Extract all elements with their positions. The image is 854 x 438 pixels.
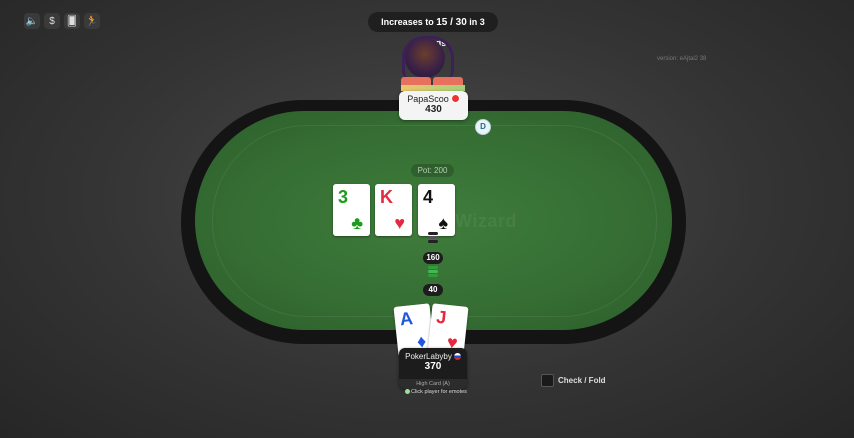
spade-icon: ♠ bbox=[438, 213, 448, 233]
opponent-plate[interactable]: PapaScoo 430 bbox=[399, 91, 468, 120]
opponent-bet: 160 bbox=[423, 252, 443, 264]
check-fold-label[interactable]: Check / Fold bbox=[558, 376, 606, 385]
club-icon: ♣ bbox=[351, 213, 363, 233]
leave-icon[interactable]: 🏃 bbox=[84, 13, 100, 29]
dollar-icon[interactable]: $ bbox=[44, 13, 60, 29]
check-fold-checkbox[interactable] bbox=[541, 374, 554, 387]
sound-icon[interactable]: 🔈 bbox=[24, 13, 40, 29]
card-rank: J bbox=[435, 306, 448, 328]
country-flag-icon bbox=[453, 353, 461, 360]
blinds-increase-banner: Increases to 15 / 30 in 3 hands bbox=[368, 12, 498, 48]
opponent-hidden-cards bbox=[401, 77, 465, 91]
hero-bet: 40 bbox=[423, 284, 443, 296]
cards-icon[interactable]: 🂠 bbox=[64, 13, 80, 29]
opponent-name: PapaScoo bbox=[407, 94, 449, 104]
board-card-2: K ♥ bbox=[375, 184, 412, 236]
chip-stack-icon bbox=[428, 232, 438, 244]
chip-stack-icon bbox=[428, 266, 438, 278]
pot-label: Pot: 200 bbox=[411, 164, 454, 177]
emote-hint-text: Click player for emotes bbox=[411, 389, 467, 395]
emote-hint-icon bbox=[405, 389, 410, 394]
version-label: version: eAjtal2 38 bbox=[657, 56, 707, 62]
board-card-1: 3 ♣ bbox=[333, 184, 370, 236]
card-rank: 4 bbox=[423, 187, 434, 207]
hero-plate[interactable]: PokerLabyby 370 High Card (A) bbox=[399, 348, 467, 389]
board-card-3: 4 ♠ bbox=[418, 184, 455, 236]
card-rank: K bbox=[380, 187, 393, 207]
dealer-button: D bbox=[475, 119, 491, 135]
toolbar: 🔈 $ 🂠 🏃 bbox=[24, 13, 100, 29]
table-watermark: Wizard bbox=[455, 211, 517, 231]
emote-hint: Click player for emotes bbox=[405, 389, 467, 395]
country-flag-icon bbox=[450, 94, 460, 103]
heart-icon: ♥ bbox=[394, 213, 405, 233]
hero-stack: 370 bbox=[424, 361, 442, 372]
opponent-avatar[interactable] bbox=[405, 38, 445, 78]
card-rank: A bbox=[398, 308, 414, 330]
opponent-stack: 430 bbox=[425, 104, 442, 115]
card-rank: 3 bbox=[338, 187, 349, 207]
banner-prefix: Increases to bbox=[381, 17, 437, 27]
banner-blinds: 15 / 30 bbox=[436, 17, 467, 28]
hero-name: PokerLabyby bbox=[405, 352, 452, 361]
check-fold-control[interactable]: Check / Fold bbox=[541, 374, 606, 387]
hand-description: High Card (A) bbox=[399, 379, 467, 389]
